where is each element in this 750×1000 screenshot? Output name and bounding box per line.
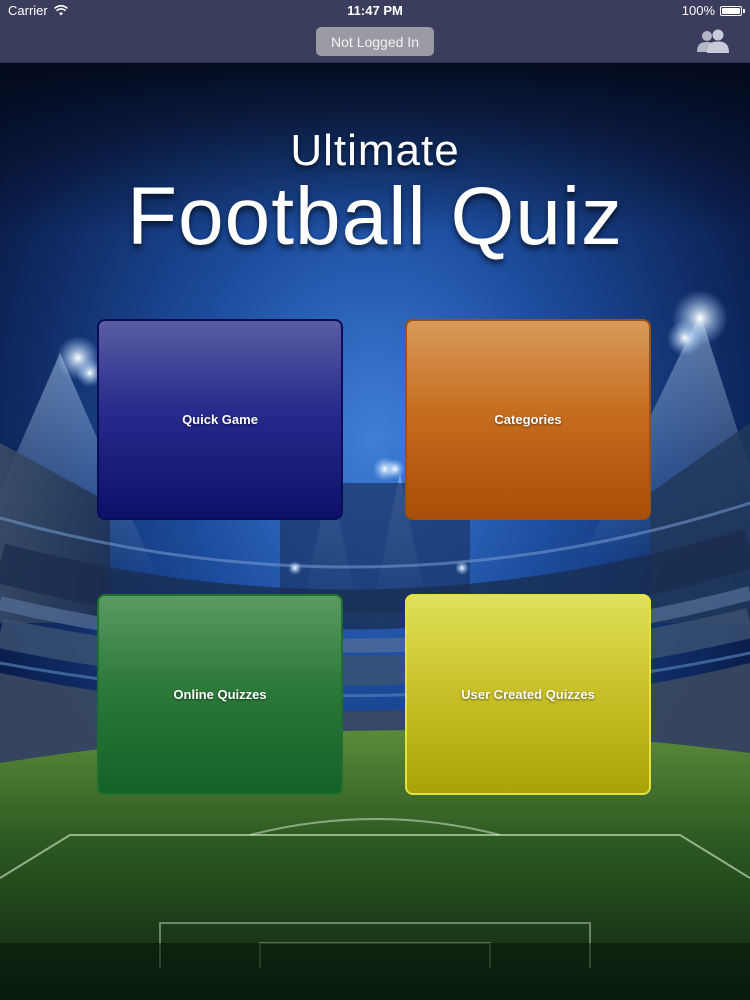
battery-fill	[722, 7, 740, 14]
online-quizzes-label: Online Quizzes	[173, 687, 267, 702]
title-line-football-quiz: Football Quiz	[126, 171, 624, 262]
user-created-quizzes-button[interactable]: User Created Quizzes	[405, 594, 651, 795]
quick-game-button[interactable]: Quick Game	[97, 319, 343, 520]
status-bar: Carrier 11:47 PM 100%	[0, 0, 750, 22]
title-line-ultimate: Ultimate	[290, 126, 460, 175]
categories-button[interactable]: Categories	[405, 319, 651, 520]
user-created-quizzes-label: User Created Quizzes	[461, 687, 595, 702]
battery-icon	[720, 5, 745, 16]
quick-game-label: Quick Game	[182, 412, 258, 427]
app-screen: Carrier 11:47 PM 100% Not Logged In Ulti…	[0, 0, 750, 1000]
users-icon[interactable]	[696, 28, 730, 54]
status-time: 11:47 PM	[347, 3, 403, 18]
nav-bar: Not Logged In	[0, 22, 750, 63]
status-right: 100%	[681, 3, 745, 18]
app-title: Ultimate Football Quiz	[0, 128, 750, 260]
online-quizzes-button[interactable]: Online Quizzes	[97, 594, 343, 795]
login-status-button[interactable]: Not Logged In	[316, 27, 434, 56]
categories-label: Categories	[494, 412, 562, 427]
battery-percent: 100%	[681, 3, 715, 18]
